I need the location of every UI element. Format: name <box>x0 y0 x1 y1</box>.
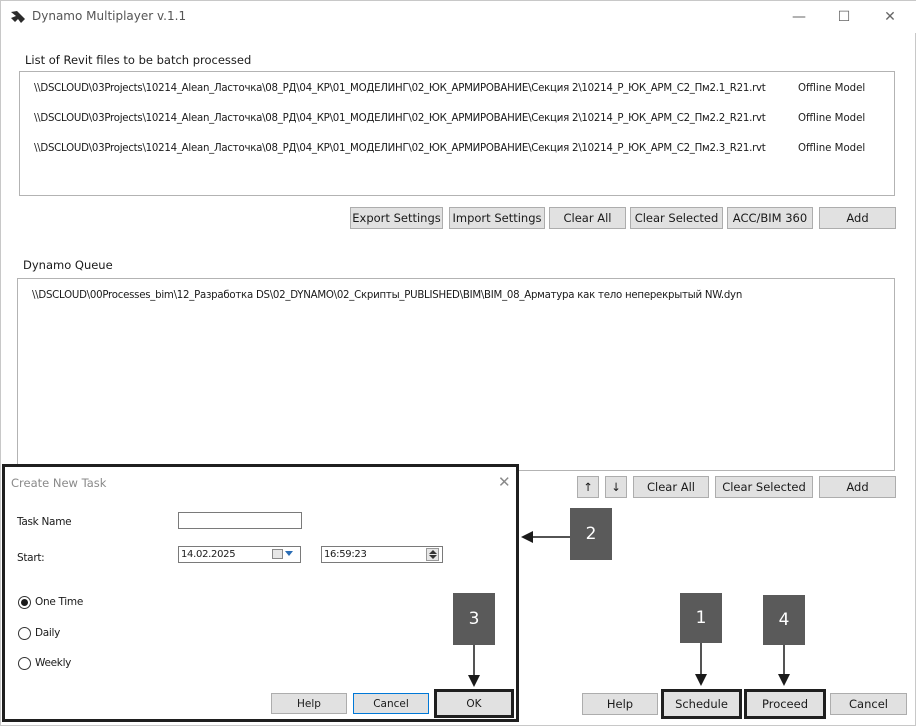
callout-arrows <box>468 531 790 687</box>
